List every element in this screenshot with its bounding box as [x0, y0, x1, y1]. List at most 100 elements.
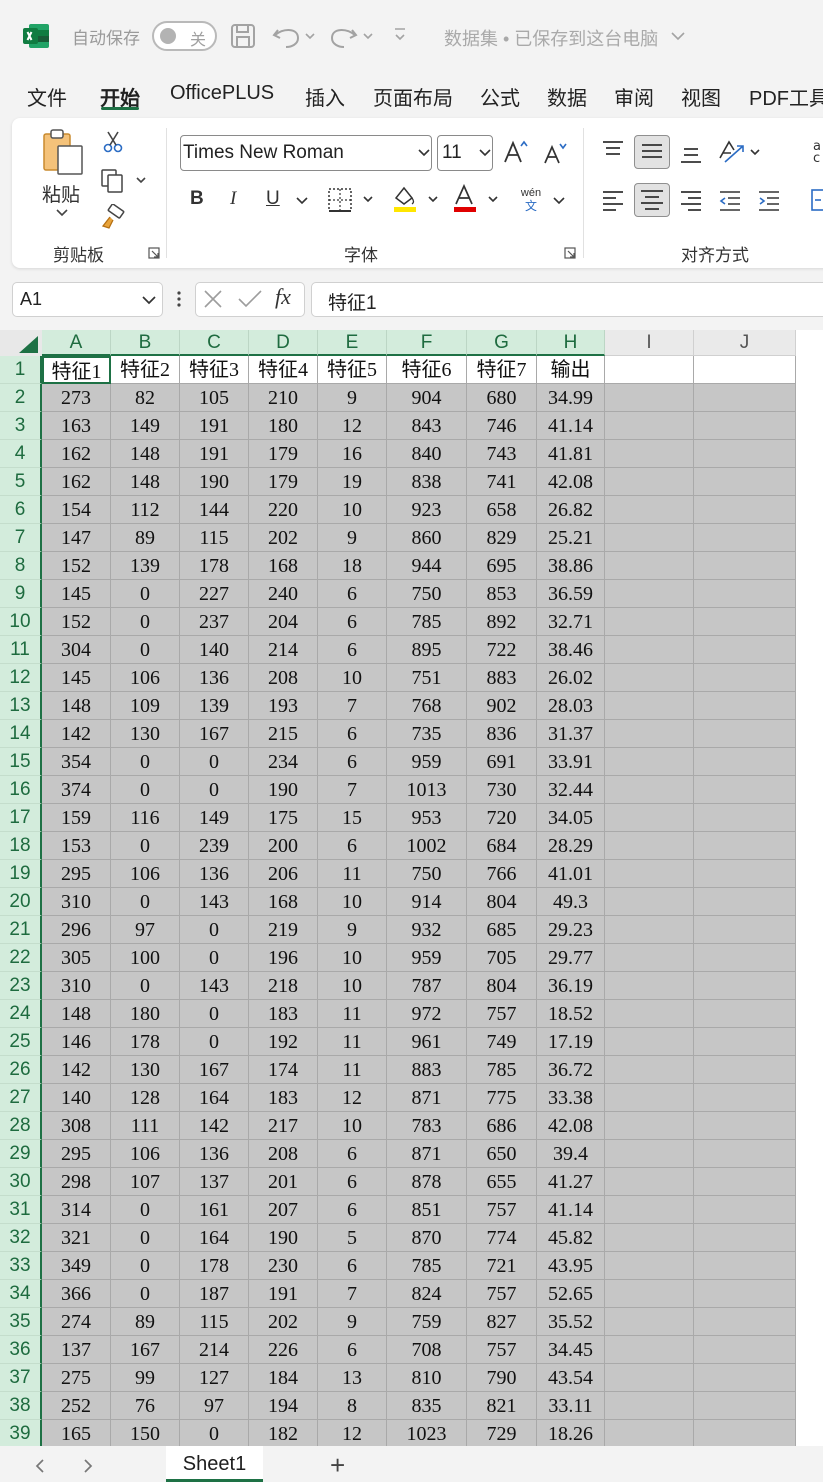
row-header[interactable]: 25: [0, 1028, 42, 1056]
table-cell[interactable]: 45.82: [537, 1224, 605, 1252]
table-cell[interactable]: 252: [42, 1392, 111, 1420]
table-cell[interactable]: 851: [387, 1196, 467, 1224]
table-cell[interactable]: 1002: [387, 832, 467, 860]
table-cell[interactable]: [694, 1196, 796, 1224]
table-cell[interactable]: 32.44: [537, 776, 605, 804]
table-cell[interactable]: [694, 1364, 796, 1392]
table-cell[interactable]: 201: [249, 1168, 318, 1196]
table-cell[interactable]: 127: [180, 1364, 249, 1392]
table-cell[interactable]: [605, 1336, 694, 1364]
table-cell[interactable]: 137: [180, 1168, 249, 1196]
table-cell[interactable]: 191: [180, 412, 249, 440]
tab-pdf-tools[interactable]: PDF工具: [749, 82, 823, 111]
table-cell[interactable]: 0: [180, 1420, 249, 1446]
table-cell[interactable]: [694, 1140, 796, 1168]
table-cell[interactable]: [694, 636, 796, 664]
paste-label[interactable]: 粘贴: [42, 180, 80, 207]
row-header[interactable]: 10: [0, 608, 42, 636]
table-cell[interactable]: [694, 720, 796, 748]
table-cell[interactable]: 168: [249, 552, 318, 580]
table-cell[interactable]: 106: [111, 860, 180, 888]
table-cell[interactable]: 695: [467, 552, 537, 580]
table-cell[interactable]: 200: [249, 832, 318, 860]
table-cell[interactable]: 152: [42, 552, 111, 580]
row-header[interactable]: 9: [0, 580, 42, 608]
phonetic-dropdown-icon[interactable]: [553, 196, 565, 206]
column-header-b[interactable]: B: [111, 330, 180, 356]
row-header[interactable]: 12: [0, 664, 42, 692]
sheet-tab-sheet1[interactable]: Sheet1: [166, 1446, 263, 1482]
table-cell[interactable]: 89: [111, 1308, 180, 1336]
table-cell[interactable]: [605, 356, 694, 384]
row-header[interactable]: 16: [0, 776, 42, 804]
table-cell[interactable]: 766: [467, 860, 537, 888]
scroll-right-icon[interactable]: [82, 1458, 94, 1474]
row-header[interactable]: 38: [0, 1392, 42, 1420]
tab-file[interactable]: 文件: [27, 82, 67, 111]
table-cell[interactable]: 178: [180, 552, 249, 580]
table-cell[interactable]: 824: [387, 1280, 467, 1308]
table-cell[interactable]: 204: [249, 608, 318, 636]
table-cell[interactable]: [605, 860, 694, 888]
row-header[interactable]: 8: [0, 552, 42, 580]
table-cell[interactable]: 17.19: [537, 1028, 605, 1056]
table-cell[interactable]: 36.72: [537, 1056, 605, 1084]
table-cell[interactable]: 787: [387, 972, 467, 1000]
table-cell[interactable]: 686: [467, 1112, 537, 1140]
table-cell[interactable]: 31.37: [537, 720, 605, 748]
table-cell[interactable]: 0: [180, 1028, 249, 1056]
table-cell[interactable]: 29.77: [537, 944, 605, 972]
table-cell[interactable]: 39.4: [537, 1140, 605, 1168]
table-cell[interactable]: 139: [180, 692, 249, 720]
table-cell[interactable]: [605, 1112, 694, 1140]
table-cell[interactable]: 180: [249, 412, 318, 440]
tab-insert[interactable]: 插入: [305, 82, 345, 111]
table-cell[interactable]: 18.26: [537, 1420, 605, 1446]
row-header[interactable]: 7: [0, 524, 42, 552]
table-cell[interactable]: 130: [111, 1056, 180, 1084]
redo-icon[interactable]: [330, 22, 376, 50]
table-cell[interactable]: 0: [111, 1280, 180, 1308]
table-cell[interactable]: 183: [249, 1000, 318, 1028]
table-cell[interactable]: [605, 692, 694, 720]
align-left-icon[interactable]: [601, 188, 625, 212]
paste-icon[interactable]: [40, 128, 86, 178]
column-header-f[interactable]: F: [387, 330, 467, 356]
table-cell[interactable]: 76: [111, 1392, 180, 1420]
header-cell[interactable]: 特征4: [249, 356, 318, 384]
name-box-chevron-icon[interactable]: [142, 294, 156, 306]
row-header[interactable]: 18: [0, 832, 42, 860]
table-cell[interactable]: 10: [318, 888, 387, 916]
table-cell[interactable]: 115: [180, 1308, 249, 1336]
font-size-chevron-icon[interactable]: [479, 148, 491, 158]
table-cell[interactable]: 38.46: [537, 636, 605, 664]
table-cell[interactable]: [605, 1392, 694, 1420]
font-name-dropdown[interactable]: Times New Roman: [180, 135, 432, 171]
table-cell[interactable]: 153: [42, 832, 111, 860]
table-cell[interactable]: 757: [467, 1196, 537, 1224]
tab-view[interactable]: 视图: [681, 82, 721, 111]
table-cell[interactable]: 0: [111, 580, 180, 608]
row-header[interactable]: 20: [0, 888, 42, 916]
insert-function-button[interactable]: fx: [275, 284, 291, 310]
table-cell[interactable]: 6: [318, 1140, 387, 1168]
table-cell[interactable]: [605, 1196, 694, 1224]
table-cell[interactable]: [605, 1224, 694, 1252]
table-cell[interactable]: [694, 1252, 796, 1280]
chevron-down-icon[interactable]: [670, 29, 686, 43]
table-cell[interactable]: 130: [111, 720, 180, 748]
table-cell[interactable]: 305: [42, 944, 111, 972]
table-cell[interactable]: 708: [387, 1336, 467, 1364]
table-cell[interactable]: 883: [467, 664, 537, 692]
row-header[interactable]: 24: [0, 1000, 42, 1028]
table-cell[interactable]: [694, 608, 796, 636]
table-cell[interactable]: 774: [467, 1224, 537, 1252]
table-cell[interactable]: 658: [467, 496, 537, 524]
table-cell[interactable]: 0: [111, 636, 180, 664]
table-cell[interactable]: 836: [467, 720, 537, 748]
table-cell[interactable]: 0: [111, 832, 180, 860]
table-cell[interactable]: 162: [42, 468, 111, 496]
table-cell[interactable]: 115: [180, 524, 249, 552]
table-cell[interactable]: 840: [387, 440, 467, 468]
table-cell[interactable]: 217: [249, 1112, 318, 1140]
